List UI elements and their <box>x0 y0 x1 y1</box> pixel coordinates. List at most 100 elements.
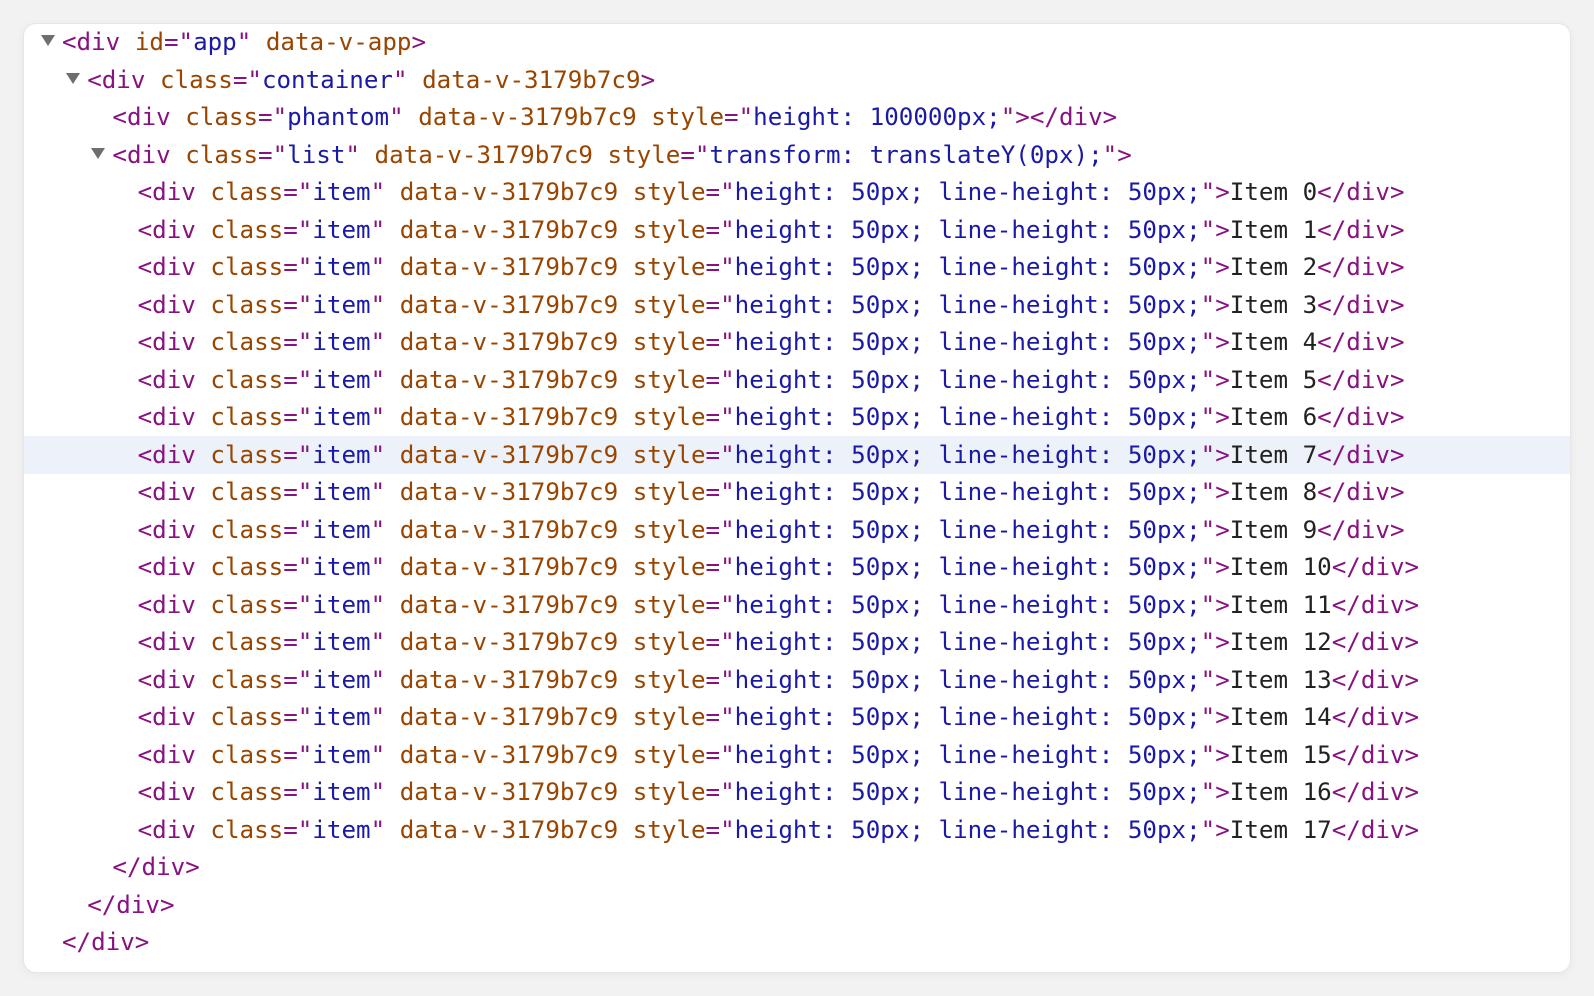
token-an: data-v-3179b7c9 <box>418 103 637 131</box>
token-tag <box>618 253 633 281</box>
token-tag: =" <box>705 778 735 806</box>
token-an: style <box>632 440 706 469</box>
token-an: data-v-3179b7c9 <box>399 253 619 281</box>
token-tag: <div <box>62 28 135 56</box>
dom-node-row[interactable]: <div id="app" data-v-app> <box>24 24 1570 61</box>
dom-node-row[interactable]: <div class="item" data-v-3179b7c9 style=… <box>24 511 1570 549</box>
token-tag: =" <box>705 253 735 281</box>
token-av: height: 50px; line-height: 50px; <box>734 665 1201 694</box>
token-txt: Item 11 <box>1229 590 1332 619</box>
dom-node-row[interactable]: <div class="item" data-v-3179b7c9 style=… <box>24 173 1570 211</box>
dom-node-row[interactable]: <div class="phantom" data-v-3179b7c9 sty… <box>24 98 1570 136</box>
token-an: data-v-3179b7c9 <box>399 403 619 431</box>
token-txt: Item 9 <box>1229 515 1318 544</box>
token-av: height: 50px; line-height: 50px; <box>734 628 1201 656</box>
token-tag: " <box>370 515 400 544</box>
node-markup: <div class="item" data-v-3179b7c9 style=… <box>138 173 1405 211</box>
dom-node-row[interactable]: <div class="item" data-v-3179b7c9 style=… <box>24 473 1570 511</box>
token-an: style <box>632 628 706 656</box>
dom-node-row[interactable]: <div class="item" data-v-3179b7c9 style=… <box>24 698 1570 736</box>
dom-node-row[interactable]: <div class="item" data-v-3179b7c9 style=… <box>24 211 1570 249</box>
token-an: class <box>210 703 284 731</box>
token-av: app <box>193 28 237 56</box>
token-tag: =" <box>705 665 735 694</box>
token-an: data-v-3179b7c9 <box>399 703 619 731</box>
token-tag: " <box>370 328 400 356</box>
token-an: data-v-3179b7c9 <box>399 365 619 394</box>
dom-node-row[interactable]: </div> <box>24 886 1570 924</box>
token-tag: </div> <box>1317 403 1405 431</box>
token-an: style <box>632 253 706 281</box>
dom-node-row[interactable]: <div class="item" data-v-3179b7c9 style=… <box>24 286 1570 324</box>
token-tag: " <box>393 65 423 94</box>
dom-node-row[interactable]: </div> <box>24 923 1570 961</box>
expand-triangle-icon[interactable] <box>90 136 106 174</box>
dom-node-row[interactable]: <div class="item" data-v-3179b7c9 style=… <box>24 586 1570 624</box>
token-av: item <box>312 365 371 394</box>
node-markup: <div id="app" data-v-app> <box>62 24 426 61</box>
token-tag: <div <box>137 740 211 769</box>
token-tag <box>618 516 633 544</box>
token-tag: =" <box>283 778 313 806</box>
token-tag: " <box>370 665 400 694</box>
token-tag: <div <box>112 140 186 169</box>
token-tag: "> <box>1200 478 1230 506</box>
token-tag: <div <box>137 665 211 694</box>
dom-node-row[interactable]: </div> <box>24 848 1570 886</box>
dom-node-row[interactable]: <div class="container" data-v-3179b7c9> <box>24 61 1570 99</box>
dom-node-row[interactable]: <div class="item" data-v-3179b7c9 style=… <box>24 398 1570 436</box>
node-markup: <div class="item" data-v-3179b7c9 style=… <box>138 286 1405 324</box>
token-tag: "> <box>1200 815 1230 844</box>
token-tag: <div <box>137 703 211 731</box>
node-markup: </div> <box>112 848 199 886</box>
dom-node-row[interactable]: <div class="item" data-v-3179b7c9 style=… <box>24 811 1570 849</box>
token-an: class <box>210 328 284 356</box>
token-an: style <box>632 290 706 319</box>
token-av: height: 50px; line-height: 50px; <box>734 553 1201 581</box>
dom-node-row[interactable]: <div class="item" data-v-3179b7c9 style=… <box>24 623 1570 661</box>
token-an: style <box>632 778 706 806</box>
node-markup: <div class="item" data-v-3179b7c9 style=… <box>138 623 1420 661</box>
token-tag: "> <box>1200 290 1230 319</box>
token-an: data-v-3179b7c9 <box>399 178 619 206</box>
token-txt: Item 2 <box>1229 253 1318 281</box>
dom-node-row[interactable]: <div class="item" data-v-3179b7c9 style=… <box>24 661 1570 699</box>
token-tag: </div> <box>1331 628 1420 656</box>
token-an: class <box>210 553 284 581</box>
token-av: height: 50px; line-height: 50px; <box>734 253 1201 281</box>
token-tag: =" <box>283 440 313 469</box>
token-tag: </div> <box>1331 740 1420 769</box>
expand-triangle-icon[interactable] <box>65 61 81 99</box>
token-an: style <box>632 365 706 394</box>
dom-node-row[interactable]: <div class="item" data-v-3179b7c9 style=… <box>24 736 1570 774</box>
token-tag: "> <box>1200 703 1230 731</box>
token-tag: =" <box>705 215 735 244</box>
token-tag: =" <box>258 103 288 131</box>
token-txt: Item 5 <box>1229 365 1318 394</box>
dom-node-row[interactable]: <div class="item" data-v-3179b7c9 style=… <box>24 361 1570 399</box>
node-markup: <div class="item" data-v-3179b7c9 style=… <box>138 248 1405 286</box>
token-an: style <box>632 703 706 731</box>
token-an: data-v-3179b7c9 <box>422 65 641 94</box>
token-tag: <div <box>137 628 211 656</box>
dom-node-row[interactable]: <div class="item" data-v-3179b7c9 style=… <box>24 248 1570 286</box>
dom-node-row[interactable]: <div class="list" data-v-3179b7c9 style=… <box>24 136 1570 174</box>
dom-node-row[interactable]: <div class="item" data-v-3179b7c9 style=… <box>24 548 1570 586</box>
token-txt: Item 7 <box>1229 440 1318 469</box>
token-an: class <box>210 515 284 544</box>
dom-node-row[interactable]: <div class="item" data-v-3179b7c9 style=… <box>24 435 1570 474</box>
token-av: height: 50px; line-height: 50px; <box>734 328 1201 356</box>
token-av: item <box>312 403 371 431</box>
token-tag: <div <box>137 515 211 544</box>
token-tag <box>618 403 633 431</box>
token-av: height: 50px; line-height: 50px; <box>734 365 1201 394</box>
token-av: item <box>312 440 371 469</box>
expand-triangle-icon[interactable] <box>40 24 55 61</box>
token-tag: </div> <box>62 928 150 956</box>
token-tag: "> <box>1200 665 1230 694</box>
token-tag: "> <box>1200 590 1230 619</box>
dom-node-row[interactable]: <div class="item" data-v-3179b7c9 style=… <box>24 323 1570 361</box>
node-markup: <div class="item" data-v-3179b7c9 style=… <box>138 698 1420 736</box>
dom-node-row[interactable]: <div class="item" data-v-3179b7c9 style=… <box>24 773 1570 811</box>
token-an: data-v-3179b7c9 <box>399 665 619 694</box>
